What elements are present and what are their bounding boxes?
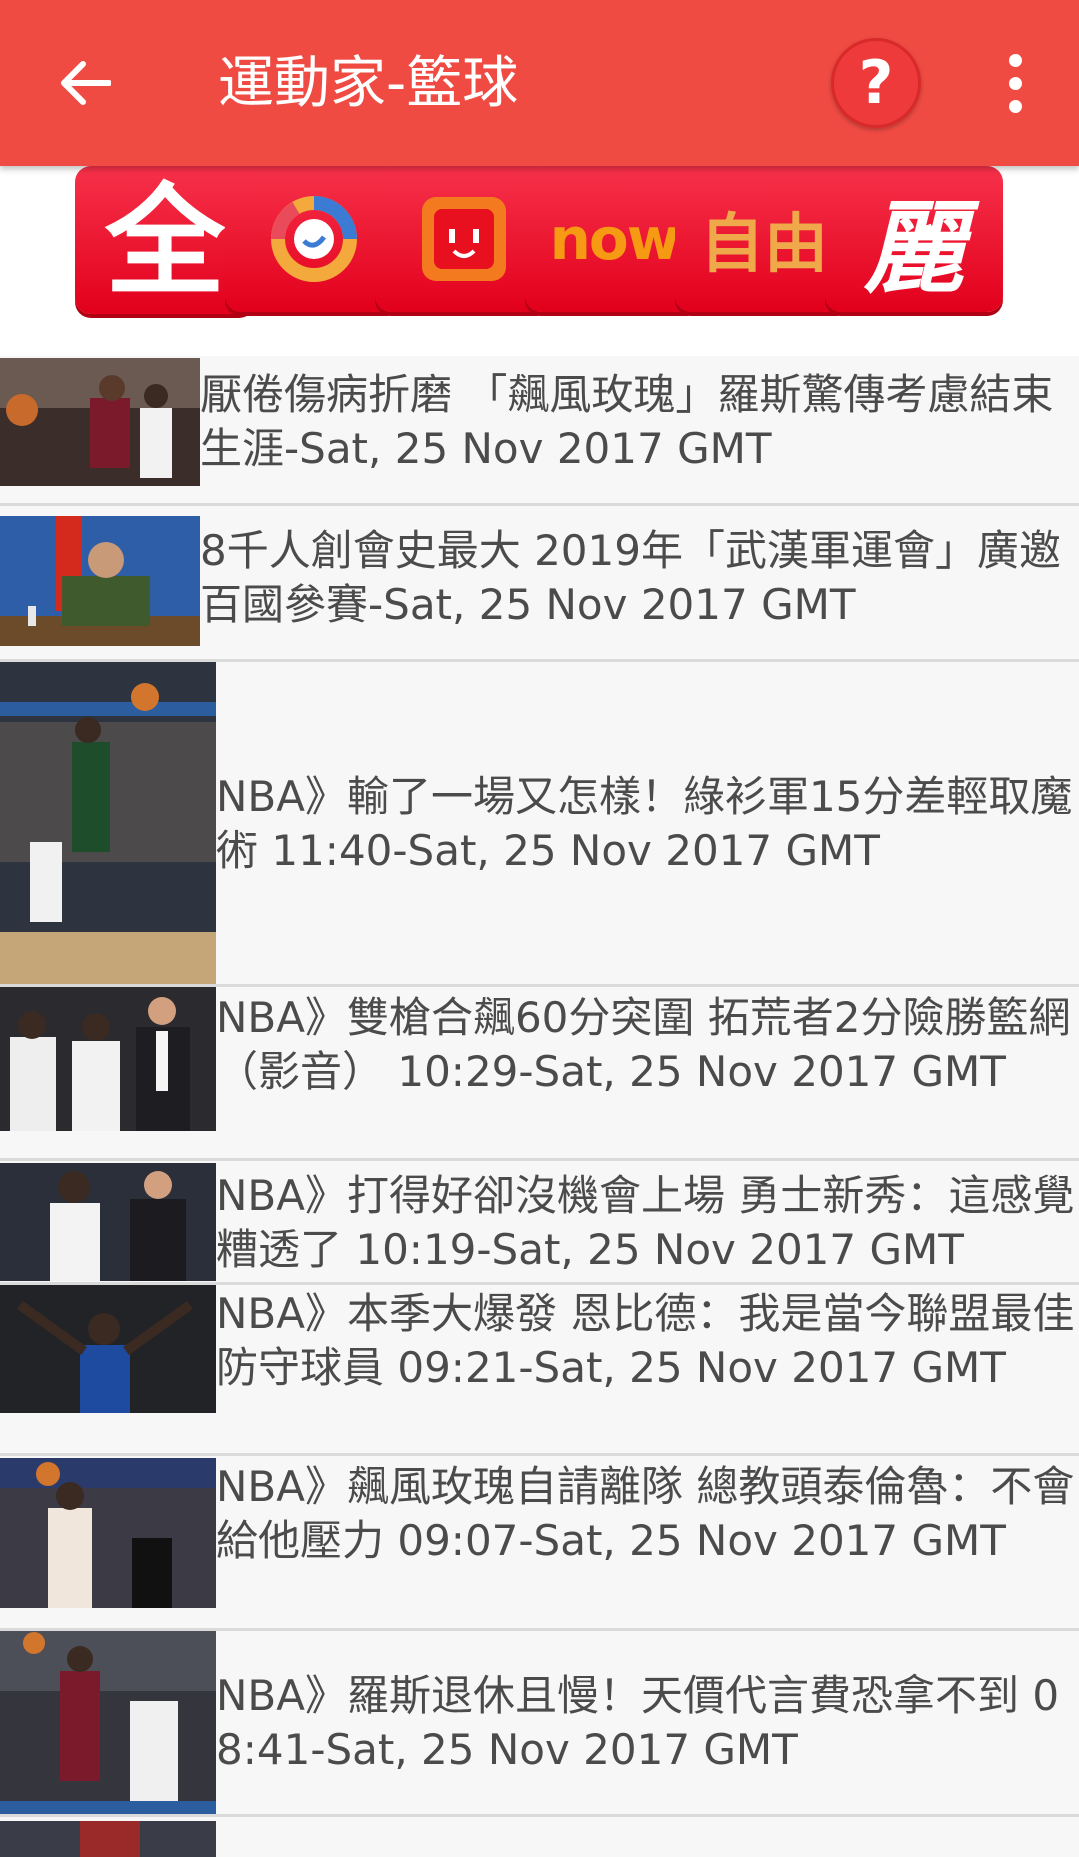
news-thumbnail [0,1821,216,1857]
news-item[interactable]: NBA》雙槍合飆60分突圍 拓荒者2分險勝籃網（影音） 10:29-Sat, 2… [0,987,1079,1161]
page-title: 運動家-籃球 [218,51,519,116]
news-item[interactable]: 厭倦傷病折磨 「飆風玫瑰」羅斯驚傳考慮結束生涯-Sat, 25 Nov 2017… [0,356,1079,506]
back-button[interactable] [50,48,120,118]
news-title: NBA》輸了一場又怎樣！綠衫軍15分差輕取魔術 11:40-Sat, 25 No… [216,772,1073,875]
news-title: 8千人創會史最大 2019年「武漢軍運會」廣邀百國參賽-Sat, 25 Nov … [200,526,1061,629]
circle-logo-icon [271,196,357,282]
news-item[interactable]: NBA》本季大爆發 恩比德：我是當今聯盟最佳防守球員 09:21-Sat, 25… [0,1285,1079,1456]
news-item[interactable]: NBA》輸了一場又怎樣！綠衫軍15分差輕取魔術 11:40-Sat, 25 No… [0,662,1079,987]
news-title: NBA》打得好卻沒機會上場 勇士新秀：這感覺糟透了 10:19-Sat, 25 … [216,1171,1075,1274]
arrow-left-icon [61,61,111,105]
news-thumbnail [0,662,216,984]
news-item-partial[interactable] [0,1817,1079,1857]
news-title: NBA》本季大爆發 恩比德：我是當今聯盟最佳防守球員 09:21-Sat, 25… [216,1289,1075,1392]
help-circle-icon: ? [858,48,894,118]
news-title: NBA》飆風玫瑰自請離隊 總教頭泰倫魯：不會給他壓力 09:07-Sat, 25… [216,1462,1075,1565]
news-item[interactable]: 8千人創會史最大 2019年「武漢軍運會」廣邀百國參賽-Sat, 25 Nov … [0,506,1079,662]
more-options-button[interactable] [990,48,1040,118]
more-vertical-icon-dot [1008,76,1022,90]
logo-li[interactable]: 麗 [825,166,1003,312]
news-title: NBA》雙槍合飆60分突圍 拓荒者2分險勝籃網（影音） 10:29-Sat, 2… [216,993,1071,1096]
face-logo-icon [422,197,506,281]
news-thumbnail [0,1458,216,1608]
more-vertical-icon-dot [1008,99,1022,113]
news-item[interactable]: NBA》羅斯退休且慢！天價代言費恐拿不到 08:41-Sat, 25 Nov 2… [0,1631,1079,1817]
news-title: NBA》羅斯退休且慢！天價代言費恐拿不到 08:41-Sat, 25 Nov 2… [216,1671,1060,1774]
app-bar: 運動家-籃球 ? [0,0,1079,166]
help-button[interactable]: ? [831,38,921,128]
news-thumbnail [0,1285,216,1413]
news-item[interactable]: NBA》飆風玫瑰自請離隊 總教頭泰倫魯：不會給他壓力 09:07-Sat, 25… [0,1456,1079,1631]
news-title: 厭倦傷病折磨 「飆風玫瑰」羅斯驚傳考慮結束生涯-Sat, 25 Nov 2017… [200,370,1054,473]
news-thumbnail [0,1163,216,1281]
news-thumbnail [0,987,216,1131]
news-thumbnail [0,1631,216,1814]
more-vertical-icon-dot [1008,53,1022,67]
source-logo-banner: 全 now 自由 麗 [0,166,1079,356]
news-thumbnail [0,516,200,646]
news-thumbnail [0,358,200,486]
news-item[interactable]: NBA》打得好卻沒機會上場 勇士新秀：這感覺糟透了 10:19-Sat, 25 … [0,1161,1079,1285]
